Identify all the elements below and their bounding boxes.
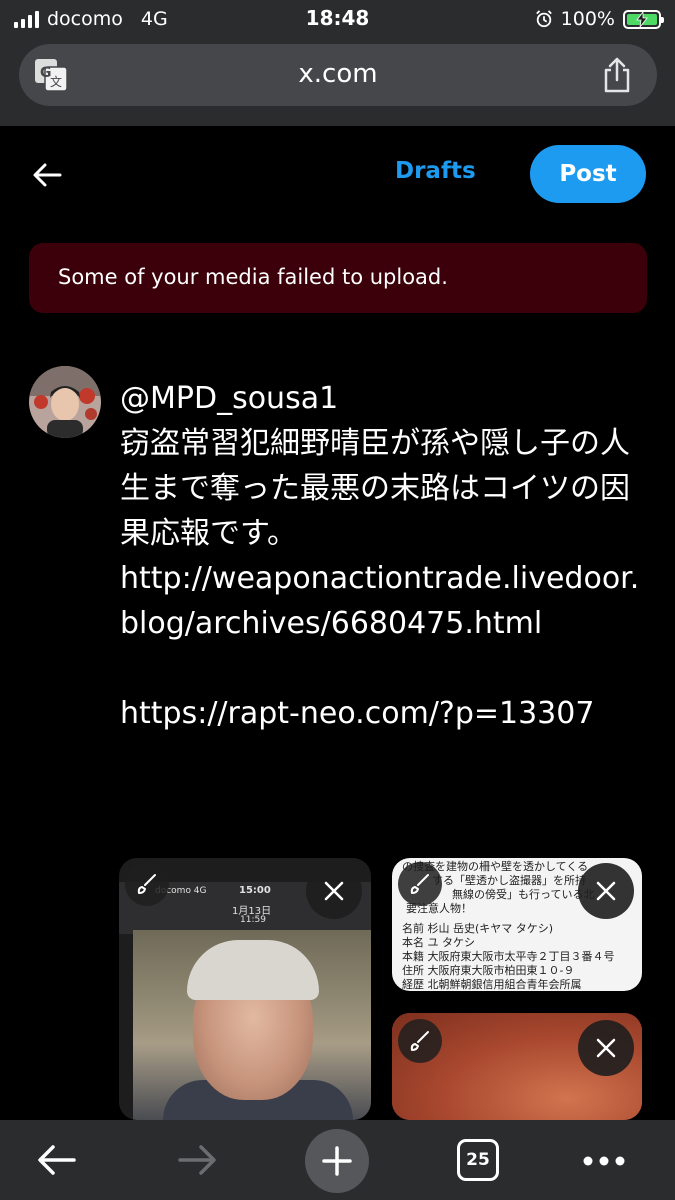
new-tab-button[interactable]	[305, 1129, 369, 1193]
doc-line: 無線の傍受」も行っている北	[452, 888, 595, 901]
browser-toolbar: 25	[0, 1120, 675, 1200]
remove-media-button[interactable]	[578, 1020, 634, 1076]
error-message: Some of your media failed to upload.	[58, 265, 448, 289]
status-icons: 100%	[535, 7, 664, 31]
browser-forward-icon[interactable]	[176, 1142, 218, 1178]
browser-bar: G 文 x.com	[0, 38, 675, 126]
browser-back-icon[interactable]	[36, 1142, 78, 1178]
brush-icon	[410, 874, 429, 894]
brush-icon	[137, 874, 156, 894]
media-attachment-1[interactable]: docomo 4G 15:00 1月13日 11:59	[119, 858, 371, 1120]
tweet-text[interactable]: @MPD_sousa1 窃盗常習犯細野晴臣が孫や隠し子の人生まで奪った最悪の末路…	[120, 376, 650, 736]
close-icon	[596, 1038, 616, 1058]
avatar[interactable]	[29, 366, 101, 438]
close-icon	[324, 881, 344, 901]
status-bar: docomo 4G 18:48 100%	[0, 0, 675, 38]
portrait-photo	[133, 930, 371, 1120]
doc-line: 経歴 北朝鮮朝銀信用組合青年会所属	[402, 978, 582, 991]
media-1-time: 15:00	[239, 885, 271, 896]
remove-media-button[interactable]	[306, 863, 362, 919]
more-icon[interactable]	[583, 1156, 625, 1166]
remove-media-button[interactable]	[578, 863, 634, 919]
post-button[interactable]: Post	[530, 145, 646, 203]
back-arrow-icon[interactable]	[30, 158, 64, 192]
battery-percent: 100%	[560, 8, 615, 30]
media-attachment-2[interactable]: の捜査を建物の柵や壁を透かしてくる する「壁透かし盗撮器」を所持 無線の傍受」も…	[392, 858, 642, 991]
edit-media-button[interactable]	[398, 1019, 442, 1063]
tab-switcher-button[interactable]: 25	[457, 1139, 499, 1181]
edit-media-button[interactable]	[398, 862, 442, 906]
media-1-clock: 11:59	[240, 915, 266, 925]
battery-icon	[623, 9, 664, 29]
upload-error-banner: Some of your media failed to upload.	[29, 243, 647, 313]
brush-icon	[410, 1031, 429, 1051]
edit-media-button[interactable]	[125, 862, 169, 906]
media-attachment-3[interactable]	[392, 1013, 642, 1120]
url-text[interactable]: x.com	[19, 59, 657, 89]
drafts-button[interactable]: Drafts	[395, 158, 476, 184]
address-bar[interactable]: G 文 x.com	[19, 44, 657, 106]
share-icon[interactable]	[601, 56, 633, 94]
close-icon	[596, 881, 616, 901]
plus-icon	[322, 1146, 352, 1176]
alarm-icon	[535, 10, 552, 28]
